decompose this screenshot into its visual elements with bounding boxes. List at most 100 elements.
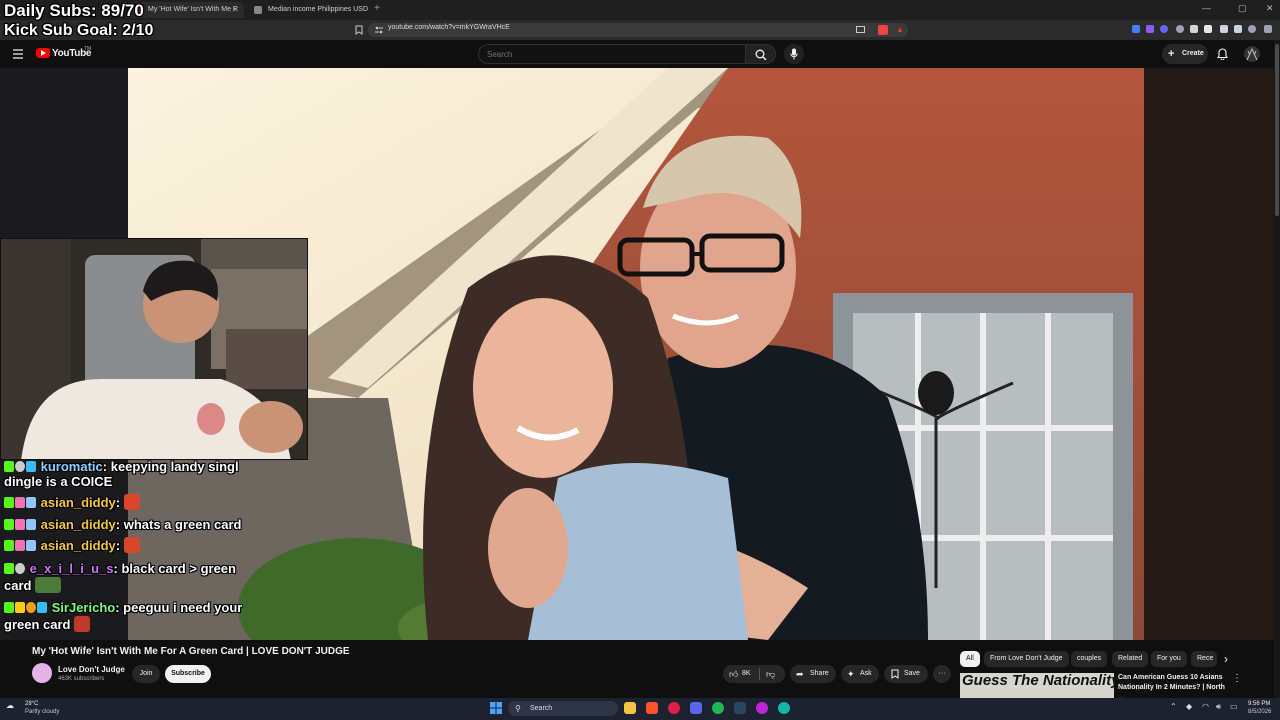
vip-badge-icon	[15, 602, 25, 613]
kick-sub-goal: Kick Sub Goal: 2/10	[4, 22, 154, 39]
account-avatar[interactable]	[1244, 46, 1260, 62]
notifications-bell-icon[interactable]	[1217, 48, 1228, 60]
taskbar-time[interactable]: 9:56 PM	[1248, 701, 1270, 707]
channel-avatar[interactable]	[32, 663, 52, 683]
weather-icon[interactable]: ☁	[6, 701, 14, 710]
vpn-icon[interactable]	[1248, 25, 1256, 33]
frog-emote-icon	[35, 577, 62, 593]
save-button[interactable]: Save	[884, 665, 928, 683]
tab-label: My 'Hot Wife' Isn't With Me F	[148, 6, 238, 13]
save-label: Save	[904, 670, 920, 677]
share-button[interactable]: ➦ Share	[790, 665, 836, 683]
tab-median-income[interactable]: Median income Philippines USD	[248, 2, 368, 18]
extension-gear-icon[interactable]	[1176, 25, 1184, 33]
voice-search-button[interactable]	[784, 44, 804, 64]
weather-desc[interactable]: Partly cloudy	[25, 709, 59, 715]
trophy-badge-icon	[26, 540, 36, 551]
like-count[interactable]: 8K	[742, 665, 751, 683]
chat-message: asian_diddy:	[4, 494, 140, 511]
new-tab-button[interactable]: +	[374, 3, 380, 14]
extension-music-icon[interactable]	[1190, 25, 1198, 33]
edge-icon[interactable]	[778, 702, 790, 714]
chip-related[interactable]: Related	[1112, 651, 1149, 667]
chip-from-channel[interactable]: From Love Don't Judge	[984, 651, 1069, 667]
brave-browser-icon[interactable]	[646, 702, 658, 714]
gifter-badge-icon	[15, 497, 25, 508]
kick-badge-icon	[4, 563, 14, 574]
obs-icon[interactable]	[756, 702, 768, 714]
chip-all[interactable]: All	[960, 651, 980, 667]
battery-icon[interactable]: ▭	[1230, 702, 1238, 711]
gifter-badge-icon	[15, 519, 25, 530]
site-info-icon[interactable]	[375, 26, 383, 34]
plus-icon: +	[1168, 48, 1175, 60]
search-input[interactable]	[478, 44, 746, 64]
steam-icon[interactable]	[734, 702, 746, 714]
more-actions-button[interactable]: ···	[933, 665, 951, 683]
chips-next-arrow-icon[interactable]: ›	[1224, 651, 1228, 667]
wifi-icon[interactable]: ◠	[1202, 702, 1209, 711]
channel-name[interactable]: Love Don't Judge	[58, 665, 125, 674]
trophy-badge-icon	[26, 519, 36, 530]
tab-close-icon[interactable]: ✕	[232, 2, 239, 18]
chat-message-continued: green card	[4, 616, 91, 633]
chat-message: asian_diddy:	[4, 537, 140, 554]
sub-badge-icon	[26, 461, 36, 472]
verified-badge-icon	[15, 461, 25, 472]
spotify-icon[interactable]	[712, 702, 724, 714]
kick-badge-icon	[4, 540, 14, 551]
tray-app-icon[interactable]: ◆	[1186, 702, 1192, 711]
browser-menu-icon[interactable]	[1264, 25, 1272, 33]
close-window-button[interactable]: ✕	[1266, 3, 1274, 14]
chat-message-continued: card	[4, 577, 62, 594]
bookmark-icon[interactable]	[355, 25, 363, 35]
chat-text: card	[4, 578, 32, 593]
kick-badge-icon	[4, 519, 14, 530]
subscribe-button[interactable]: Subscribe	[165, 665, 211, 683]
tray-overflow-icon[interactable]: ⌃	[1170, 702, 1177, 711]
chat-message: asian_diddy: whats a green card	[4, 516, 242, 533]
brave-shields-icon[interactable]	[878, 25, 888, 35]
thumbs-up-icon[interactable]: 👍︎	[729, 665, 738, 683]
menu-hamburger-icon[interactable]	[12, 49, 24, 59]
extension-audio-icon[interactable]	[1132, 25, 1140, 33]
ask-label: Ask	[860, 670, 872, 677]
weather-temp[interactable]: 28°C	[25, 701, 38, 707]
recommended-thumbnail[interactable]: Guess The Nationality	[960, 673, 1114, 698]
rewards-icon[interactable]: ▲	[896, 25, 904, 34]
chat-username: kuromatic	[40, 459, 103, 474]
chat-message-continued: dingle is a COICE	[4, 474, 113, 489]
opera-icon[interactable]	[668, 702, 680, 714]
taskbar-search[interactable]: ⚲ Search	[508, 701, 618, 716]
create-button[interactable]: + Create	[1162, 44, 1208, 64]
sub-badge-icon	[37, 602, 47, 613]
extension-twitch-icon[interactable]	[1146, 25, 1154, 33]
thumbs-down-icon[interactable]: 👎︎	[766, 665, 775, 683]
join-button[interactable]: Join	[132, 665, 160, 683]
extension-shield-icon[interactable]	[1160, 25, 1168, 33]
sidebar-toggle-icon[interactable]	[1204, 25, 1212, 33]
verified-badge-icon	[15, 563, 25, 574]
file-explorer-icon[interactable]	[624, 702, 636, 714]
recommended-menu-icon[interactable]: ⋮	[1232, 673, 1242, 684]
scrollbar-thumb[interactable]	[1275, 44, 1279, 216]
taskbar-date[interactable]: 8/5/2026	[1248, 709, 1271, 715]
extension-puzzle-icon[interactable]	[1234, 25, 1242, 33]
chip-couples[interactable]: couples	[1071, 651, 1108, 667]
chip-recent[interactable]: Rece	[1191, 651, 1217, 667]
search-button[interactable]	[746, 44, 776, 64]
coin-badge-icon	[26, 602, 36, 613]
chip-for-you[interactable]: For you	[1151, 651, 1187, 667]
discord-icon[interactable]	[690, 702, 702, 714]
tab-youtube-video[interactable]: My 'Hot Wife' Isn't With Me F ✕	[128, 2, 244, 18]
ask-button[interactable]: ✦ Ask	[841, 665, 879, 683]
streamer-webcam	[0, 238, 308, 460]
volume-icon[interactable]: 🔊︎	[1216, 702, 1221, 712]
youtube-logo-play-icon	[41, 50, 46, 56]
extension-wallet-icon[interactable]	[1220, 25, 1228, 33]
kick-badge-icon	[4, 497, 14, 508]
windows-start-icon[interactable]	[490, 702, 502, 714]
maximize-button[interactable]: ▢	[1238, 3, 1247, 14]
cast-icon[interactable]	[856, 26, 865, 34]
minimize-button[interactable]: —	[1202, 3, 1211, 13]
